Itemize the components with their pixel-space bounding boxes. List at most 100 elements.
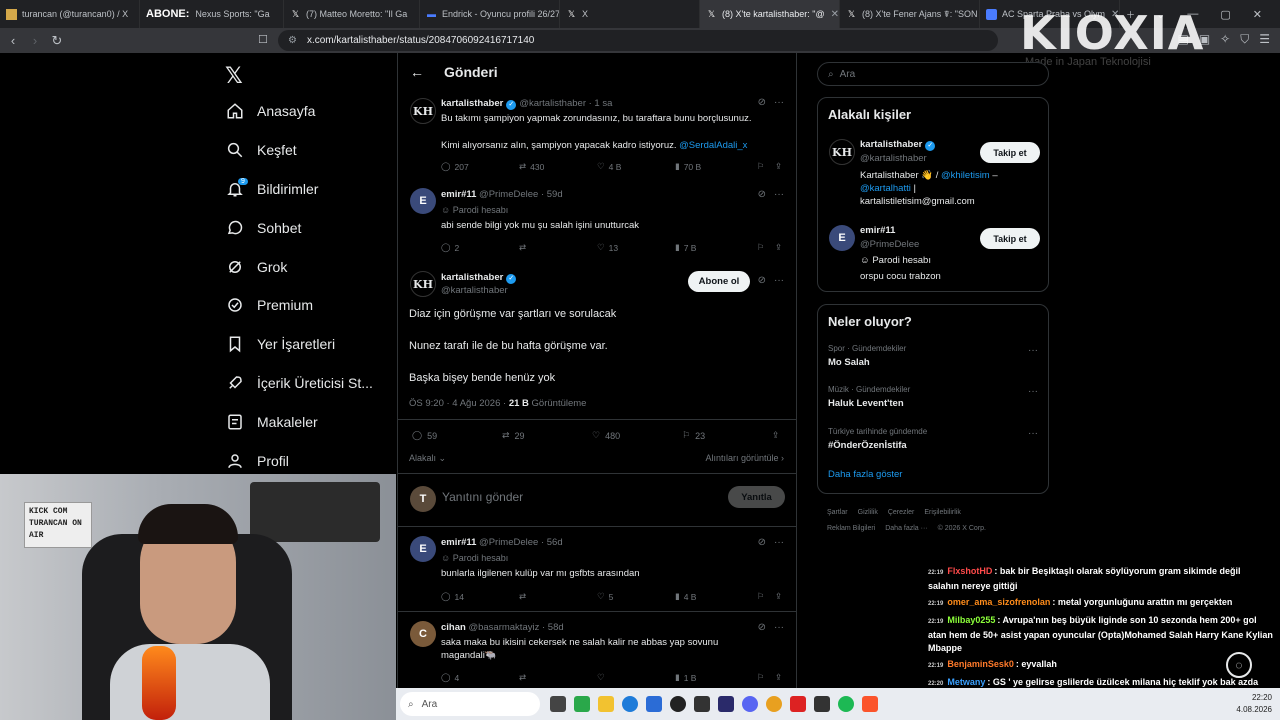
mention-link[interactable]: @khiletisim [941, 170, 990, 181]
views-button[interactable]: ▮ 4 B [675, 591, 757, 602]
trend-item[interactable]: Haluk Levent'ten [828, 398, 904, 409]
premiere-icon[interactable] [718, 696, 734, 712]
maximize-icon[interactable]: ▢ [1220, 8, 1230, 21]
post-timestamp[interactable]: ÖS 9:20 · 4 Ağu 2026 · [409, 398, 506, 409]
post-time[interactable]: · 58d [542, 622, 564, 633]
mention-link[interactable]: @kartalhatti [860, 183, 911, 194]
grok-icon[interactable]: ⊘ [758, 97, 766, 108]
ai-icon[interactable]: ✧ [1220, 32, 1230, 47]
more-icon[interactable]: ··· [1028, 345, 1038, 356]
author-name[interactable]: kartalisthaber [441, 272, 503, 283]
messages-fab-icon[interactable]: ◌ [1226, 652, 1252, 678]
sidebar-item-explore[interactable]: Keşfet [222, 131, 373, 170]
author-name[interactable]: cihan [441, 622, 466, 633]
author-name[interactable]: emir#11 [441, 537, 476, 548]
address-bar[interactable]: ⚙ x.com/kartalisthaber/status/2084706092… [278, 30, 998, 51]
reply-button[interactable]: ◯ 4 [441, 672, 519, 683]
taskbar-clock[interactable]: 22:20 4.08.2026 [1236, 692, 1272, 716]
grok-icon[interactable]: ⊘ [758, 189, 766, 200]
author-handle[interactable]: @PrimeDelee [479, 537, 538, 548]
avatar[interactable]: KH [410, 271, 436, 297]
mention-link[interactable]: @SerdalAdali_x [679, 140, 747, 151]
github-icon[interactable] [670, 696, 686, 712]
footer-link[interactable]: Reklam Bilgileri [827, 525, 875, 532]
reply-button[interactable]: ◯ 207 [441, 161, 519, 172]
brave-icon[interactable] [862, 696, 878, 712]
views-button[interactable]: ▮ 70 B [675, 161, 757, 172]
like-button[interactable]: ♡ 4 B [597, 161, 675, 172]
follow-button[interactable]: Takip et [980, 228, 1040, 249]
sidebar-item-bookmarks[interactable]: Yer İşaretleri [222, 325, 373, 364]
grok-icon[interactable]: ⊘ [758, 275, 766, 286]
avatar[interactable]: KH [829, 139, 855, 165]
shield-icon[interactable]: ⛉ [1240, 32, 1249, 47]
app-icon[interactable] [574, 696, 590, 712]
more-icon[interactable]: ··· [774, 622, 784, 633]
chrome-icon[interactable] [766, 696, 782, 712]
bookmark-button[interactable]: ⚐ [757, 591, 775, 602]
close-icon[interactable]: ✕ [825, 9, 839, 20]
sidebar-item-home[interactable]: Anasayfa [222, 92, 373, 131]
bookmark-star-icon[interactable]: ☐ [258, 33, 268, 46]
views-button[interactable]: ▮ 1 B [675, 672, 757, 683]
subscribe-button[interactable]: Abone ol [688, 271, 750, 292]
app-icon[interactable] [790, 696, 806, 712]
author-handle[interactable]: @kartalisthaber [519, 98, 586, 109]
share-button[interactable]: ⇪ [772, 430, 780, 441]
author-handle[interactable]: @kartalisthaber [441, 284, 519, 297]
footer-link[interactable]: Çerezler [888, 509, 914, 516]
footer-link[interactable]: Şartlar [827, 509, 848, 516]
app-icon[interactable] [694, 696, 710, 712]
more-icon[interactable]: ··· [774, 275, 784, 286]
parent-post[interactable]: KH kartalisthaber ✓ @kartalisthaber · 1 sa… [398, 91, 796, 183]
sidebar-item-notifications[interactable]: 9 Bildirimler [222, 170, 373, 209]
grok-icon[interactable]: ⊘ [758, 537, 766, 548]
like-button[interactable]: ♡ 13 [597, 242, 675, 253]
like-button[interactable]: ♡ 5 [597, 591, 675, 602]
close-window-icon[interactable]: ✕ [1253, 8, 1262, 21]
reply-button[interactable]: ◯ 14 [441, 591, 519, 602]
browser-tab[interactable]: 𝕏X [560, 0, 700, 28]
avatar[interactable]: E [410, 188, 436, 214]
browser-tab-active[interactable]: 𝕏 (8) X'te kartalisthaber: "@ ✕ [700, 0, 840, 28]
browser-tab[interactable]: ABONE: Nexus Sports: "Ga [140, 0, 284, 28]
grok-icon[interactable]: ⊘ [758, 622, 766, 633]
like-button[interactable]: ♡ 480 [592, 430, 682, 441]
author-handle[interactable]: @PrimeDelee [479, 189, 538, 200]
view-quotes-link[interactable]: Alıntıları görüntüle › [705, 453, 784, 463]
repost-button[interactable]: ⇄ [519, 242, 597, 253]
more-icon[interactable]: ··· [774, 189, 784, 200]
share-button[interactable]: ⇪ [775, 242, 782, 253]
thread-reply[interactable]: E emir#11 @PrimeDelee · 59d ⊘ ··· ☺ Parod… [398, 183, 796, 263]
views-button[interactable]: ▮ 7 B [675, 242, 757, 253]
bookmark-button[interactable]: ⚐ [757, 161, 775, 172]
app-icon[interactable] [814, 696, 830, 712]
spotify-icon[interactable] [838, 696, 854, 712]
repost-button[interactable]: ⇄ 430 [519, 161, 597, 172]
reply-submit-button[interactable]: Yanıtla [728, 486, 785, 508]
person-handle[interactable]: @PrimeDelee [860, 239, 919, 250]
browser-tab[interactable]: 𝕏(8) X'te Fener Ajans ☤: "SON D✕ [840, 0, 980, 28]
edge-icon[interactable] [622, 696, 638, 712]
back-arrow-icon[interactable]: ← [410, 64, 424, 80]
share-button[interactable]: ⇪ [775, 672, 782, 683]
sidebar-item-chat[interactable]: Sohbet [222, 208, 373, 247]
reply-input[interactable]: Yanıtını gönder [442, 490, 523, 504]
person-name[interactable]: kartalisthaber ✓ [860, 139, 938, 151]
person-handle[interactable]: @kartalisthaber [860, 153, 927, 164]
bookmark-button[interactable]: ⚐ [757, 242, 775, 253]
task-view-icon[interactable] [550, 696, 566, 712]
footer-link[interactable]: Daha fazla ··· [885, 525, 927, 532]
reply-button[interactable]: ◯ 59 [412, 430, 502, 441]
sidebar-item-articles[interactable]: Makaleler [222, 402, 373, 441]
reply-post[interactable]: E emir#11 @PrimeDelee · 56d ⊘ ··· ☺ Parod… [398, 528, 796, 612]
store-icon[interactable] [646, 696, 662, 712]
trend-item[interactable]: #ÖnderÖzenİstifa [828, 440, 907, 451]
sidebar-item-premium[interactable]: Premium [222, 286, 373, 325]
discord-icon[interactable] [742, 696, 758, 712]
author-name[interactable]: kartalisthaber [441, 98, 503, 109]
search-input[interactable]: ⌕ Ara [817, 62, 1049, 86]
folder-icon[interactable] [598, 696, 614, 712]
share-button[interactable]: ⇪ [775, 161, 782, 172]
share-button[interactable]: ⇪ [775, 591, 782, 602]
